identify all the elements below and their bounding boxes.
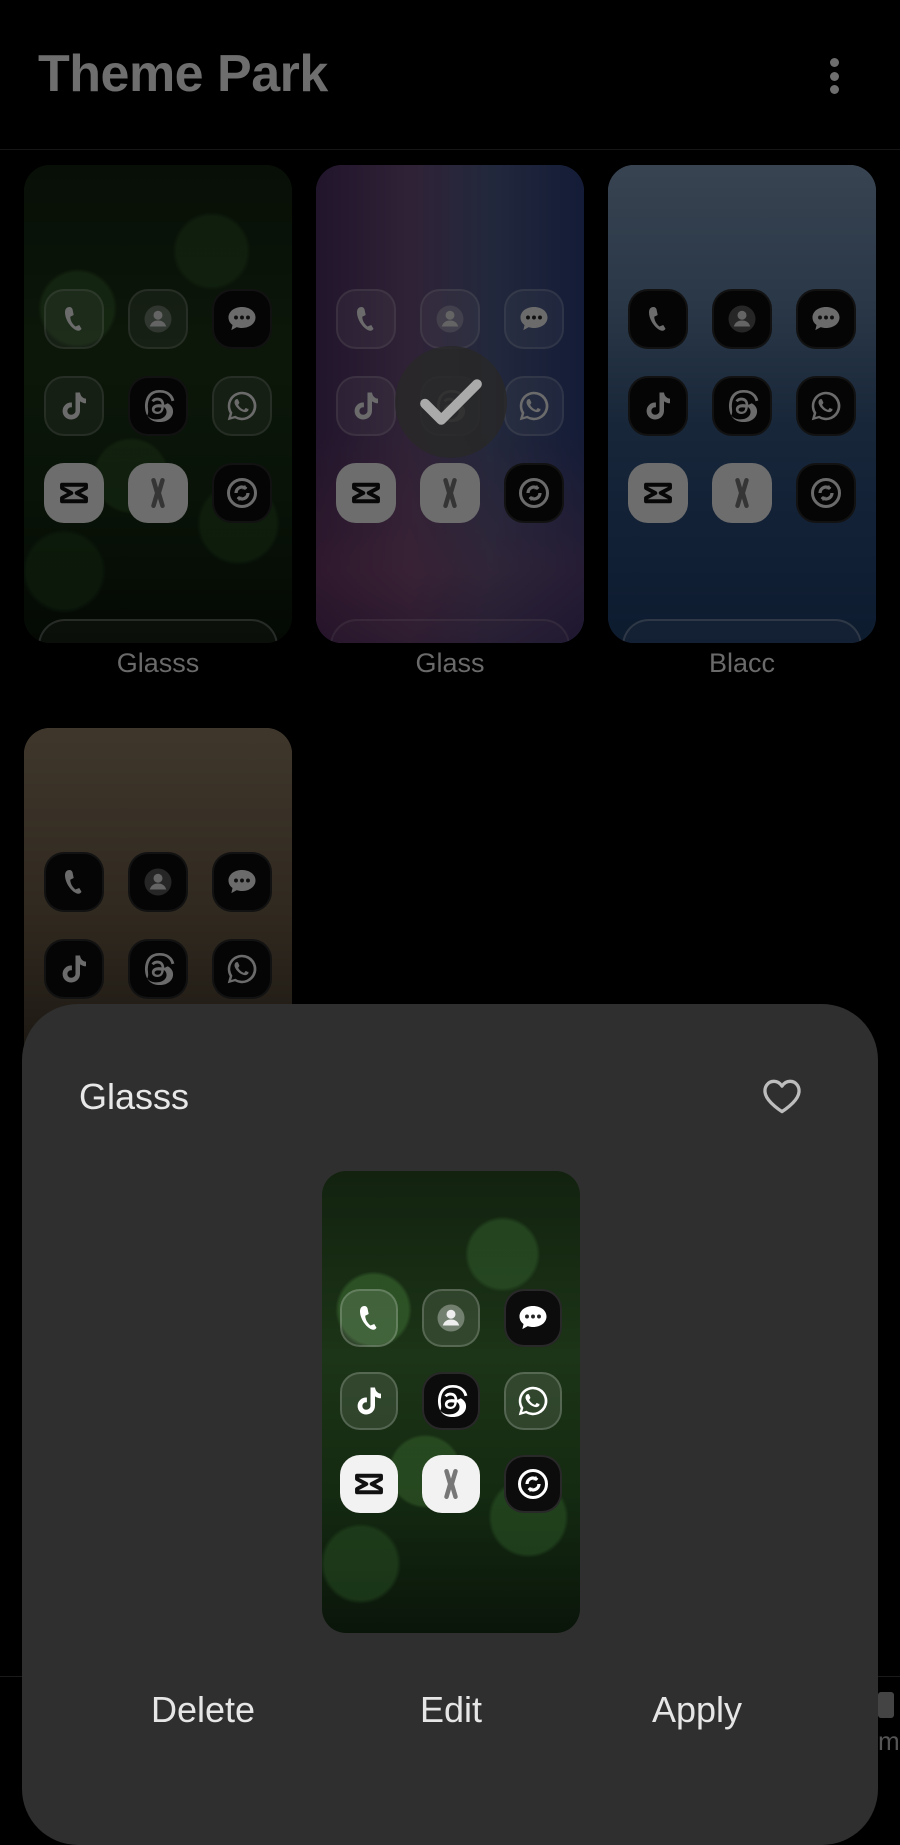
theme-name: Glasss xyxy=(116,648,200,678)
capcut-icon xyxy=(44,463,104,523)
theme-name: Blacc xyxy=(708,648,776,678)
phone-icon xyxy=(628,289,688,349)
theme-details-sheet: Glasss Delete Edit Apply xyxy=(22,1004,878,1845)
theme-icon-grid xyxy=(44,852,272,999)
theme-icon-grid xyxy=(340,1289,562,1513)
whatsapp-icon xyxy=(212,376,272,436)
tiktok-icon xyxy=(340,1372,398,1430)
whatsapp-icon xyxy=(504,376,564,436)
x-app-icon xyxy=(712,463,772,523)
phone-icon xyxy=(340,1289,398,1347)
whatsapp-icon xyxy=(504,1372,562,1430)
tiktok-icon xyxy=(44,376,104,436)
contact-icon xyxy=(128,289,188,349)
tiktok-icon xyxy=(44,939,104,999)
sync-icon xyxy=(212,463,272,523)
sync-icon xyxy=(796,463,856,523)
threads-icon xyxy=(128,939,188,999)
nav-label: m xyxy=(878,1726,900,1756)
x-app-icon xyxy=(422,1455,480,1513)
tiktok-icon xyxy=(336,376,396,436)
theme-icon-grid xyxy=(628,289,856,523)
theme-card-blacc[interactable] xyxy=(608,165,876,643)
theme-preview[interactable] xyxy=(322,1171,580,1633)
more-options-button[interactable] xyxy=(816,52,852,100)
threads-icon xyxy=(422,1372,480,1430)
phone-icon xyxy=(44,852,104,912)
capcut-icon xyxy=(340,1455,398,1513)
tiktok-icon xyxy=(628,376,688,436)
x-app-icon xyxy=(128,463,188,523)
threads-icon xyxy=(712,376,772,436)
theme-name: Glass xyxy=(415,648,485,678)
phone-icon xyxy=(336,289,396,349)
dock-bar xyxy=(322,1171,580,1225)
contact-icon xyxy=(128,852,188,912)
contact-icon xyxy=(712,289,772,349)
app-bar: Theme Park xyxy=(0,0,900,150)
apply-button[interactable]: Apply xyxy=(597,1689,797,1731)
bottom-nav-item[interactable]: m xyxy=(878,1692,900,1756)
phone-icon xyxy=(44,289,104,349)
theme-card-glasss[interactable] xyxy=(24,165,292,643)
contact-icon xyxy=(422,1289,480,1347)
threads-icon xyxy=(128,376,188,436)
dock-bar xyxy=(330,619,570,643)
edit-button[interactable]: Edit xyxy=(351,1689,551,1731)
contact-icon xyxy=(420,289,480,349)
sync-icon xyxy=(504,1455,562,1513)
message-icon xyxy=(212,852,272,912)
nav-icon xyxy=(878,1692,894,1718)
sync-icon xyxy=(504,463,564,523)
sheet-actions: Delete Edit Apply xyxy=(22,1689,878,1749)
delete-button[interactable]: Delete xyxy=(103,1689,303,1731)
x-app-icon xyxy=(420,463,480,523)
more-vertical-icon xyxy=(829,58,839,67)
sheet-title: Glasss xyxy=(79,1076,190,1117)
page-title: Theme Park xyxy=(38,45,328,103)
message-icon xyxy=(796,289,856,349)
whatsapp-icon xyxy=(796,376,856,436)
favorite-button[interactable] xyxy=(760,1074,804,1118)
dock-bar xyxy=(38,619,278,643)
theme-icon-grid xyxy=(44,289,272,523)
whatsapp-icon xyxy=(212,939,272,999)
heart-outline-icon xyxy=(763,1079,801,1114)
message-icon xyxy=(504,289,564,349)
capcut-icon xyxy=(336,463,396,523)
dock-bar xyxy=(622,619,862,643)
message-icon xyxy=(212,289,272,349)
applied-check-icon xyxy=(395,346,507,458)
message-icon xyxy=(504,1289,562,1347)
capcut-icon xyxy=(628,463,688,523)
